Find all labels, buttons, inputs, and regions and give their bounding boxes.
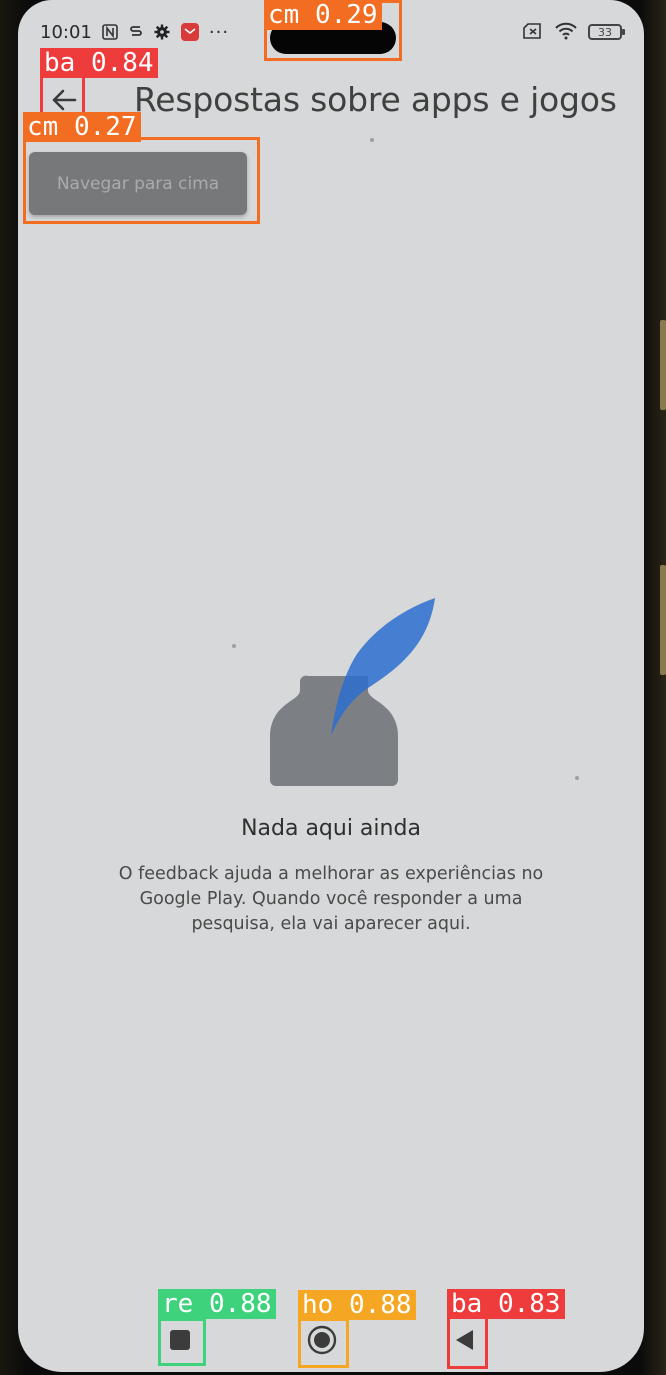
wifi-icon <box>554 22 578 43</box>
screen-speck <box>370 138 374 142</box>
detection-label: cm 0.29 <box>264 0 382 30</box>
detection-box-back-nav <box>447 1316 488 1369</box>
status-bar-right: 33 <box>522 18 625 46</box>
empty-state-body: O feedback ajuda a melhorar as experiênc… <box>118 864 544 934</box>
detection-label: ba 0.83 <box>447 1289 565 1319</box>
battery-indicator: 33 <box>588 24 625 40</box>
phone-frame: 10:01 ··· 33 Respostas sobre apps e jogo… <box>0 0 666 1375</box>
mail-app-icon <box>180 22 200 42</box>
page-title: Respostas sobre apps e jogos <box>134 80 617 119</box>
detection-label: re 0.88 <box>158 1289 276 1319</box>
detection-box-home <box>298 1318 349 1368</box>
detection-label: ho 0.88 <box>298 1290 416 1320</box>
settings-gear-icon <box>153 23 171 41</box>
status-bar-left: 10:01 ··· <box>40 18 229 46</box>
detection-box-recents <box>158 1318 206 1366</box>
volume-button <box>660 320 666 410</box>
inkwell-feather-illustration <box>270 598 435 786</box>
detection-label: cm 0.27 <box>23 112 141 142</box>
nfc-icon <box>101 23 119 41</box>
power-button <box>660 565 666 675</box>
screen-speck <box>232 644 236 648</box>
status-time: 10:01 <box>40 21 92 43</box>
s-app-icon <box>128 23 144 41</box>
empty-state-title: Nada aqui ainda <box>241 816 421 841</box>
detection-label: ba 0.84 <box>40 48 158 78</box>
detection-box-tooltip <box>23 137 260 224</box>
more-notifications-icon: ··· <box>208 21 230 43</box>
no-sim-icon <box>522 22 544 43</box>
screen-speck <box>575 776 579 780</box>
